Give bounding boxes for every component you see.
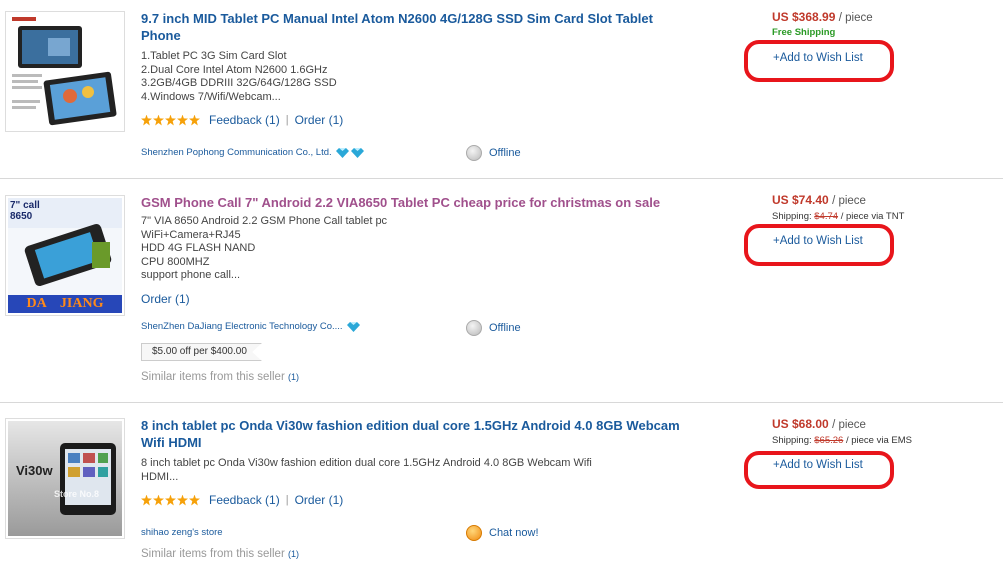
- seller-row: ShenZhen DaJiang Electronic Technology C…: [141, 321, 360, 332]
- description-line: 1.Tablet PC 3G Sim Card Slot: [141, 50, 287, 62]
- star-icon: [165, 494, 176, 506]
- star-icon: [153, 494, 164, 506]
- shipping-cost: $65.26: [814, 435, 844, 446]
- rating-row: Feedback (1) | Order (1): [141, 493, 343, 507]
- product-title-link[interactable]: 9.7 inch MID Tablet PC Manual Intel Atom…: [141, 10, 681, 44]
- shipping-label: Shipping:: [772, 435, 812, 446]
- price: US $74.40 / piece: [772, 193, 866, 207]
- star-icon: [177, 114, 188, 126]
- rating-row: Order (1): [141, 292, 190, 306]
- rating-stars: [141, 494, 200, 506]
- shipping-cost: $4.74: [814, 211, 839, 222]
- seller-link[interactable]: Shenzhen Pophong Communication Co., Ltd.: [141, 147, 332, 158]
- separator: |: [285, 494, 289, 506]
- free-shipping-label: Free Shipping: [772, 27, 836, 38]
- star-icon: [189, 494, 200, 506]
- price-unit: / piece: [838, 12, 873, 24]
- listing-divider: [0, 402, 1003, 403]
- order-count-link[interactable]: Order (1): [141, 292, 190, 306]
- price-unit: / piece: [832, 195, 866, 207]
- description-line: 2.Dual Core Intel Atom N2600 1.6GHz: [141, 63, 328, 76]
- similar-items-label: Similar items from this seller: [141, 548, 285, 560]
- description-line: 3.2GB/4GB DDRIII 32G/64G/128G SSD: [141, 77, 337, 89]
- diamond-icon: [335, 148, 349, 158]
- offline-status-icon: [466, 320, 482, 336]
- coupon-badge[interactable]: $5.00 off per $400.00: [141, 343, 262, 361]
- star-icon: [165, 114, 176, 126]
- status-label: Chat now!: [489, 527, 539, 539]
- description-line: support phone call...: [141, 269, 241, 281]
- product-title-link[interactable]: GSM Phone Call 7" Android 2.2 VIA8650 Ta…: [141, 194, 681, 211]
- shipping-suffix: / piece via EMS: [845, 435, 912, 446]
- seller-link[interactable]: ShenZhen DaJiang Electronic Technology C…: [141, 321, 343, 332]
- price-value: US $74.40: [772, 193, 829, 207]
- product-description: 1.Tablet PC 3G Sim Card Slot 2.Dual Core…: [141, 50, 601, 104]
- tablet-product-image: [8, 14, 122, 129]
- description-line: HDD 4G FLASH NAND: [141, 242, 256, 254]
- image-caption: 7" call 8650: [10, 200, 40, 222]
- product-thumbnail[interactable]: Vi30w Store No.8: [5, 418, 125, 539]
- separator: |: [285, 114, 289, 126]
- star-icon: [153, 114, 164, 126]
- star-icon: [141, 114, 152, 126]
- star-icon: [141, 494, 152, 506]
- similar-items-link[interactable]: Similar items from this seller (1): [141, 371, 299, 383]
- price-value: US $368.99: [772, 10, 836, 24]
- similar-items-label: Similar items from this seller: [141, 371, 285, 383]
- description-line: HDMI...: [141, 470, 179, 483]
- image-caption: Vi30w: [16, 463, 53, 478]
- listing-divider: [0, 178, 1003, 179]
- image-caption: Store No.8: [54, 489, 100, 499]
- similar-items-link[interactable]: Similar items from this seller (1): [141, 548, 299, 560]
- description-line: 8 inch tablet pc Onda Vi30w fashion edit…: [141, 457, 592, 469]
- diamond-icon: [350, 148, 364, 158]
- chat-icon: [466, 525, 482, 541]
- shipping-info: Shipping: $4.74 / piece via TNT: [772, 211, 904, 222]
- seller-status[interactable]: Chat now!: [466, 525, 539, 541]
- description-line: CPU 800MHZ: [141, 255, 210, 268]
- rating-row: Feedback (1) | Order (1): [141, 113, 343, 127]
- order-count-link[interactable]: Order (1): [295, 493, 344, 507]
- shipping-info: Shipping: $65.26 / piece via EMS: [772, 435, 912, 446]
- product-title-link[interactable]: 8 inch tablet pc Onda Vi30w fashion edit…: [141, 417, 681, 451]
- shipping-label: Shipping:: [772, 211, 812, 222]
- similar-items-count: (1): [287, 372, 299, 382]
- price: US $68.00 / piece: [772, 417, 866, 431]
- status-label: Offline: [489, 322, 521, 334]
- add-to-wish-list-link[interactable]: +Add to Wish List: [773, 52, 863, 64]
- product-description: 7" VIA 8650 Android 2.2 GSM Phone Call t…: [141, 215, 601, 283]
- similar-items-count: (1): [287, 549, 299, 559]
- seller-status[interactable]: Offline: [466, 320, 521, 336]
- star-icon: [177, 494, 188, 506]
- image-caption: DA JIANG: [26, 296, 104, 311]
- offline-status-icon: [466, 145, 482, 161]
- order-count-link[interactable]: Order (1): [295, 113, 344, 127]
- rating-stars: [141, 114, 200, 126]
- description-line: 4.Windows 7/Wifi/Webcam...: [141, 90, 281, 103]
- add-to-wish-list-link[interactable]: +Add to Wish List: [773, 235, 863, 247]
- status-label: Offline: [489, 147, 521, 159]
- shipping-suffix: / piece via TNT: [840, 211, 905, 222]
- add-to-wish-list-link[interactable]: +Add to Wish List: [773, 459, 863, 471]
- tablet-product-image: [8, 421, 122, 536]
- price-unit: / piece: [832, 419, 866, 431]
- product-thumbnail[interactable]: [5, 11, 125, 132]
- description-line: 7" VIA 8650 Android 2.2 GSM Phone Call t…: [141, 215, 388, 227]
- feedback-link[interactable]: Feedback (1): [209, 113, 280, 127]
- star-icon: [189, 114, 200, 126]
- seller-status[interactable]: Offline: [466, 145, 521, 161]
- seller-row: shihao zeng's store: [141, 527, 223, 538]
- price: US $368.99 / piece: [772, 10, 873, 24]
- product-description: 8 inch tablet pc Onda Vi30w fashion edit…: [141, 457, 601, 484]
- product-thumbnail[interactable]: 7" call 8650 DA JIANG: [5, 195, 125, 316]
- seller-link[interactable]: shihao zeng's store: [141, 527, 223, 538]
- price-value: US $68.00: [772, 417, 829, 431]
- seller-row: Shenzhen Pophong Communication Co., Ltd.: [141, 147, 364, 158]
- description-line: WiFi+Camera+RJ45: [141, 228, 241, 241]
- feedback-link[interactable]: Feedback (1): [209, 493, 280, 507]
- diamond-icon: [346, 322, 360, 332]
